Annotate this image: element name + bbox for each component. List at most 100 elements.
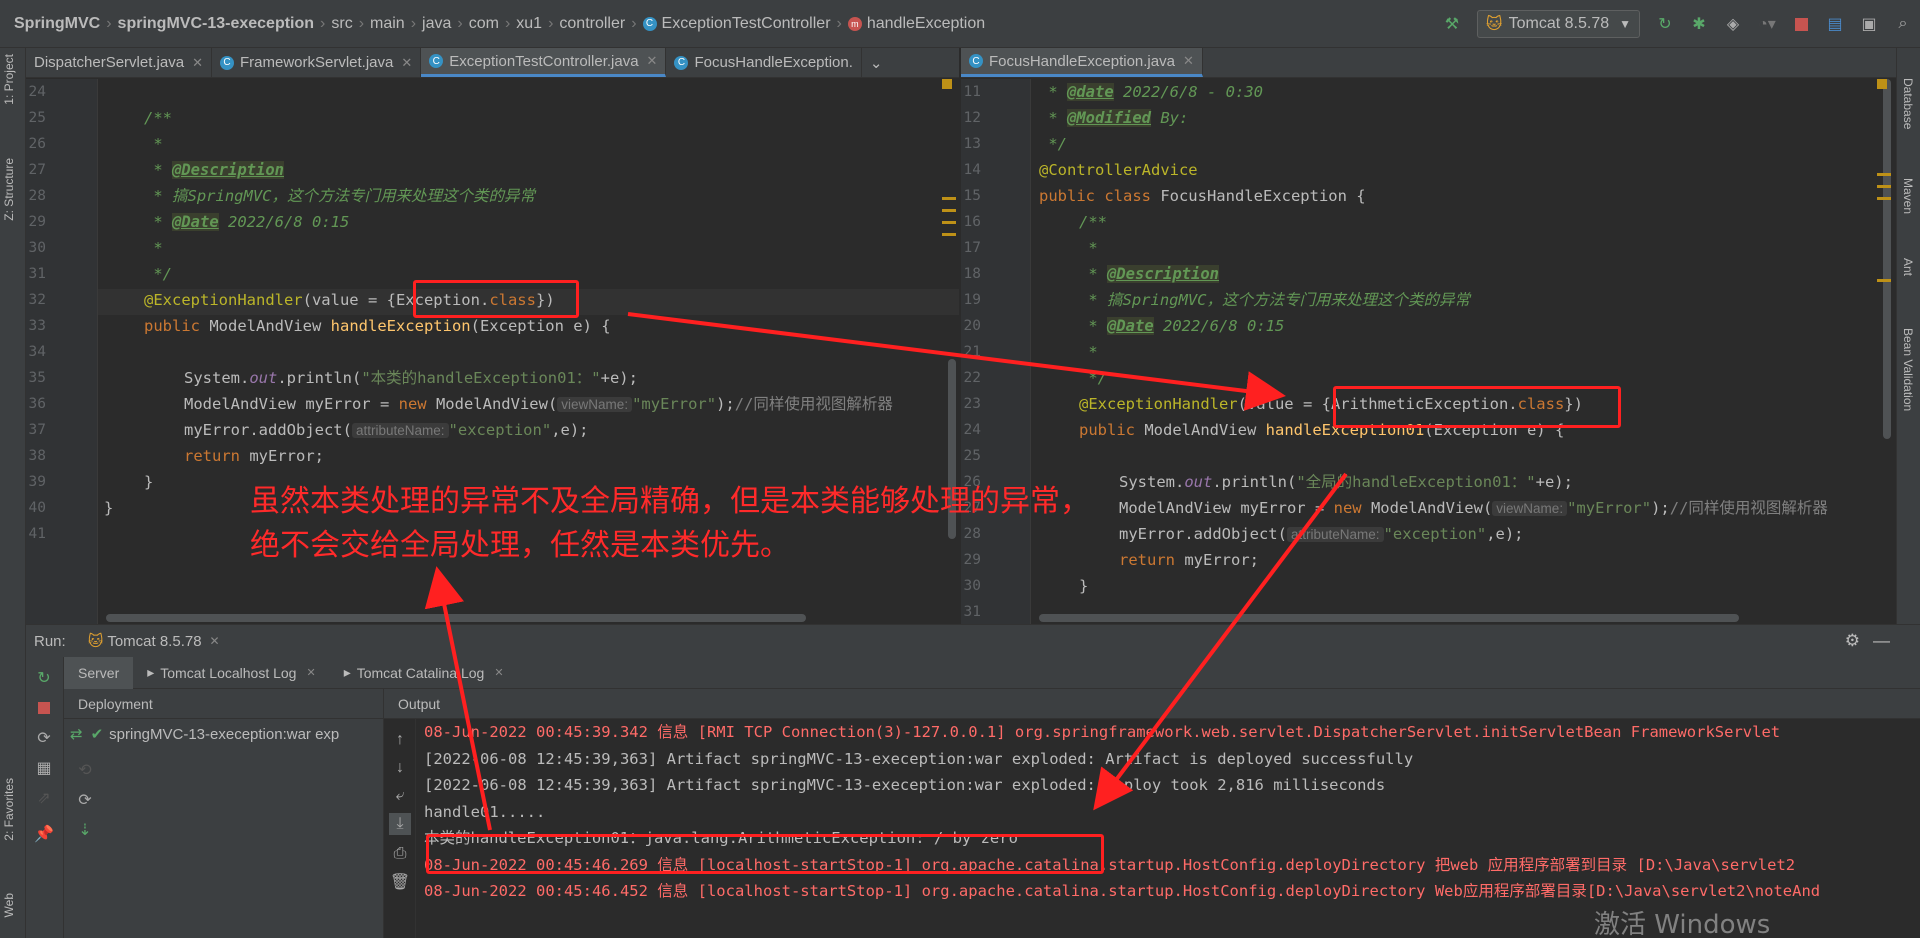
tab-dispatcherservlet[interactable]: DispatcherServlet.java ✕: [26, 48, 212, 77]
run-tab[interactable]: 🐱 Tomcat 8.5.78 ✕: [88, 632, 220, 651]
project-structure-icon[interactable]: ▤: [1823, 12, 1847, 36]
annotation-marker: [1877, 197, 1891, 200]
class-icon: C: [642, 16, 657, 31]
close-icon[interactable]: ✕: [401, 55, 412, 71]
project-tool-tab[interactable]: 1: Project: [2, 54, 16, 105]
breadcrumb-com[interactable]: com: [469, 15, 499, 33]
bean-validation-tool-tab[interactable]: Bean Validation: [1901, 328, 1915, 411]
stop-icon[interactable]: [1789, 12, 1813, 36]
rerun-icon[interactable]: ↻: [1653, 12, 1677, 36]
arrow-down-icon[interactable]: ↓: [389, 757, 411, 779]
code-line-30: }: [1079, 577, 1089, 595]
settings-gear-icon[interactable]: ⚙: [1845, 631, 1860, 651]
line-number: 31: [28, 266, 46, 282]
coverage-shield-icon[interactable]: ◈: [1721, 12, 1745, 36]
redeploy-icon[interactable]: ⟲: [74, 759, 96, 781]
tab-server[interactable]: Server: [64, 656, 134, 689]
code-line-15: public class FocusHandleException {: [1039, 187, 1366, 205]
output-toolbar: ↑ ↓ ⤶ ⤓ ⎙ 🗑: [384, 719, 416, 938]
profile-icon[interactable]: ◔▾: [1755, 12, 1779, 36]
deployment-header: Deployment: [64, 689, 383, 719]
structure-tool-tab[interactable]: Z: Structure: [2, 158, 16, 221]
rerun-icon[interactable]: ↻: [33, 667, 55, 689]
tab-catalina-log[interactable]: ▸ Tomcat Catalina Log ✕: [330, 657, 518, 689]
tab-overflow-chevron-icon[interactable]: ⌄: [862, 48, 891, 77]
close-icon[interactable]: ✕: [192, 55, 203, 71]
code-line-36: ModelAndView myError = new ModelAndView(…: [184, 395, 893, 413]
layout-icon[interactable]: ▦: [33, 757, 55, 779]
close-icon[interactable]: ✕: [210, 634, 220, 648]
line-number: 13: [963, 136, 981, 152]
warning-marker[interactable]: [942, 79, 952, 89]
code-line-38: return myError;: [184, 447, 324, 465]
minimize-icon[interactable]: —: [1873, 631, 1890, 651]
right-code-editor[interactable]: 11 12 13 14 15 16 17 18 19 20 21 22 23 24 25 26 27 28 29 30…: [961, 79, 1896, 624]
favorites-tool-tab[interactable]: 2: Favorites: [2, 778, 16, 841]
close-icon[interactable]: ✕: [306, 666, 315, 679]
deploy-icon[interactable]: ⇣: [74, 819, 96, 841]
deployment-item[interactable]: ⇄ ✔ springMVC-13-exeception:war exp: [64, 719, 383, 749]
layout-icon[interactable]: ▣: [1857, 12, 1881, 36]
breadcrumb-method-label: handleException: [866, 14, 986, 32]
run-configuration-select[interactable]: 🐱 Tomcat 8.5.78 ▼: [1476, 10, 1640, 38]
line-number: 29: [28, 214, 46, 230]
stop-icon[interactable]: [33, 697, 55, 719]
soft-wrap-icon[interactable]: ⤶: [389, 785, 411, 807]
tab-focushandleexception-right[interactable]: C FocusHandleException.java ✕: [961, 48, 1203, 77]
web-tool-tab[interactable]: Web: [2, 893, 16, 917]
tab-localhost-log[interactable]: ▸ Tomcat Localhost Log ✕: [133, 657, 329, 689]
breadcrumb-class[interactable]: C ExceptionTestController: [642, 15, 831, 33]
line-number: 36: [28, 396, 46, 412]
scroll-to-end-icon[interactable]: ⤓: [389, 813, 411, 835]
breadcrumb-module[interactable]: springMVC-13-exeception: [118, 15, 314, 33]
debug-bug-icon[interactable]: ✱: [1687, 12, 1711, 36]
refresh-icon[interactable]: ⟳: [74, 789, 96, 811]
breadcrumb-src[interactable]: src: [331, 15, 352, 33]
line-number: 20: [963, 318, 981, 334]
run-label: Run:: [34, 632, 66, 650]
link-icon[interactable]: ⇗: [33, 787, 55, 809]
horizontal-scrollbar[interactable]: [1039, 614, 1739, 622]
maven-tool-tab[interactable]: Maven: [1901, 178, 1915, 214]
check-icon: ✔: [90, 726, 104, 743]
close-icon[interactable]: ✕: [1183, 53, 1194, 69]
line-number: 39: [28, 474, 46, 490]
tab-label: FocusHandleException.java: [989, 52, 1175, 70]
breadcrumb-java[interactable]: java: [422, 15, 451, 33]
search-icon[interactable]: ⌕: [1891, 12, 1915, 36]
line-number: 41: [28, 526, 46, 542]
vertical-scrollbar[interactable]: [1883, 79, 1891, 439]
pin-icon[interactable]: 📌: [33, 823, 55, 845]
code-line-29: return myError;: [1119, 551, 1259, 569]
breadcrumb-main[interactable]: main: [370, 15, 405, 33]
update-icon[interactable]: ⟳: [33, 727, 55, 749]
breadcrumb-project[interactable]: SpringMVC: [14, 15, 100, 33]
output-header: Output: [384, 689, 1920, 719]
code-line-19: * 搞SpringMVC，这个方法专门用来处理这个类的异常: [1079, 291, 1470, 309]
build-hammer-icon[interactable]: ⚒: [1440, 12, 1464, 36]
run-tool-window: Run: 🐱 Tomcat 8.5.78 ✕ ⚙ — Server ▸ Tomca…: [26, 624, 1920, 938]
code-line-11: * @date 2022/6/8 - 0:30: [1039, 83, 1263, 101]
warning-marker[interactable]: [1877, 79, 1887, 89]
run-subtabs: Server ▸ Tomcat Localhost Log ✕ ▸ Tomcat Ca…: [64, 656, 1920, 689]
print-icon[interactable]: ⎙: [389, 843, 411, 865]
close-icon[interactable]: ✕: [494, 666, 503, 679]
code-line-39: }: [144, 473, 154, 491]
tab-frameworkservlet[interactable]: C FrameworkServlet.java ✕: [212, 48, 422, 77]
arrow-up-icon[interactable]: ↑: [389, 729, 411, 751]
line-number: 15: [963, 188, 981, 204]
breadcrumb-method[interactable]: m handleException: [847, 14, 986, 33]
close-icon[interactable]: ✕: [647, 53, 658, 69]
breadcrumb-controller[interactable]: controller: [559, 15, 625, 33]
tab-focushandleexception[interactable]: C FocusHandleException.: [666, 48, 862, 77]
database-tool-tab[interactable]: Database: [1901, 78, 1915, 129]
code-line-30: *: [144, 239, 163, 257]
ant-tool-tab[interactable]: Ant: [1901, 258, 1915, 276]
horizontal-scrollbar[interactable]: [106, 614, 806, 622]
trash-icon[interactable]: 🗑: [389, 871, 411, 893]
tab-exceptiontestcontroller[interactable]: C ExceptionTestController.java ✕: [421, 48, 667, 77]
annotation-marker: [1877, 185, 1891, 188]
code-line-22: */: [1079, 369, 1107, 387]
breadcrumb-xu1[interactable]: xu1: [516, 15, 542, 33]
line-number: 21: [963, 344, 981, 360]
